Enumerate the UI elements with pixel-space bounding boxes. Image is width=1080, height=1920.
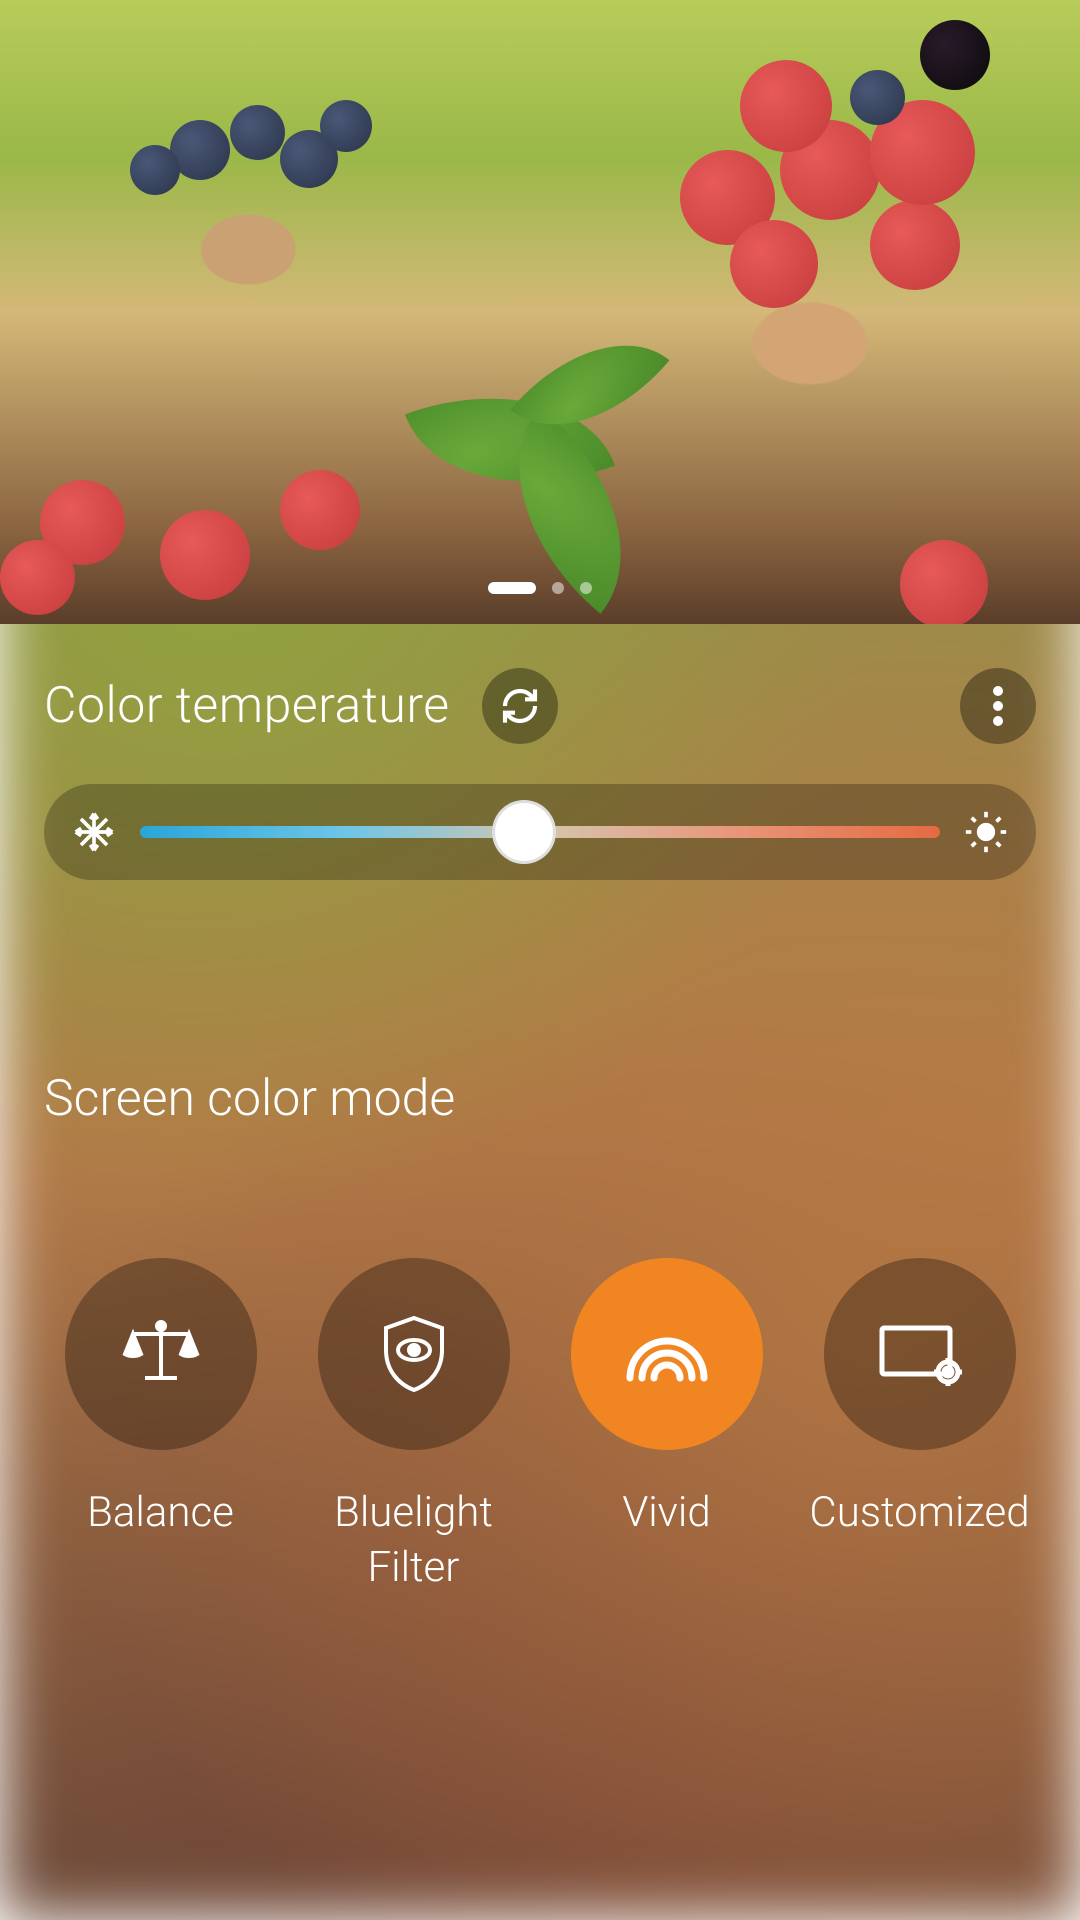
preview-content: [0, 0, 1080, 624]
carousel-indicator: [488, 582, 592, 594]
mode-balance[interactable]: Balance: [44, 1258, 277, 1595]
mode-bluelight-filter[interactable]: Bluelight Filter: [297, 1258, 530, 1595]
carousel-dot: [552, 582, 564, 594]
more-vertical-icon: [992, 686, 1004, 726]
display-settings-icon: [878, 1322, 962, 1386]
balance-icon: [121, 1318, 201, 1390]
mode-vivid-label: Vivid: [622, 1486, 710, 1541]
carousel-dot: [580, 582, 592, 594]
rainbow-icon: [622, 1326, 712, 1382]
mode-balance-label: Balance: [87, 1486, 234, 1541]
carousel-dot-active: [488, 582, 536, 594]
more-options-button[interactable]: [960, 668, 1036, 744]
mode-customized[interactable]: Customized: [803, 1258, 1036, 1595]
mode-bluelight-label: Bluelight Filter: [334, 1486, 493, 1595]
mode-vivid[interactable]: Vivid: [550, 1258, 783, 1595]
color-temperature-slider[interactable]: [140, 826, 940, 838]
mode-customized-label: Customized: [809, 1486, 1029, 1541]
preview-image-carousel[interactable]: [0, 0, 1080, 624]
reset-color-temperature-button[interactable]: [482, 668, 558, 744]
color-temperature-slider-container: [44, 784, 1036, 880]
snowflake-icon: [72, 810, 116, 854]
mode-customized-circle: [824, 1258, 1016, 1450]
shield-eye-icon: [378, 1314, 450, 1394]
color-temperature-title: Color temperature: [44, 677, 450, 735]
slider-thumb[interactable]: [492, 800, 556, 864]
screen-color-mode-title: Screen color mode: [44, 1070, 1036, 1128]
mode-vivid-circle: [571, 1258, 763, 1450]
color-mode-grid: Balance Bluelight Filter: [44, 1258, 1036, 1595]
refresh-icon: [500, 686, 540, 726]
mode-bluelight-circle: [318, 1258, 510, 1450]
mode-balance-circle: [65, 1258, 257, 1450]
sun-icon: [964, 810, 1008, 854]
